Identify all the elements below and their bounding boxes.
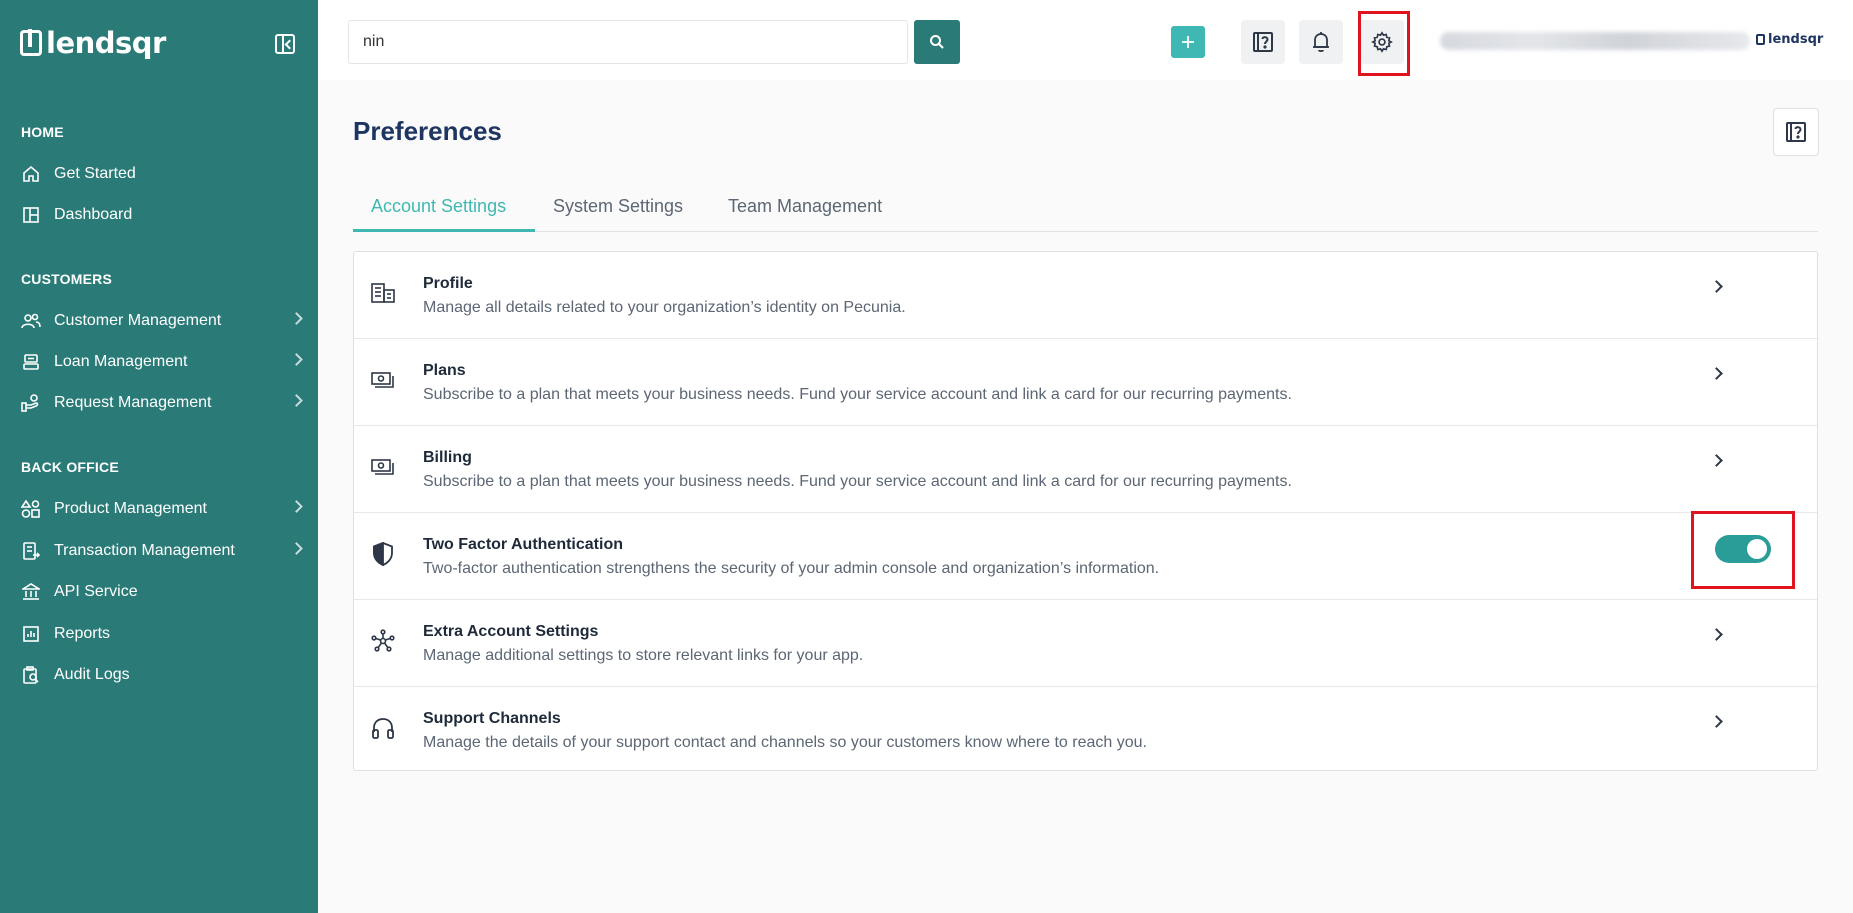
settings-row-title: Extra Account Settings — [423, 623, 599, 640]
chevron-right-icon — [1710, 280, 1723, 293]
settings-row-two-factor-authentication: Two Factor Authentication Two-factor aut… — [354, 511, 1817, 600]
settings-row-description: Subscribe to a plan that meets your busi… — [423, 386, 1292, 403]
settings-row-description: Two-factor authentication strengthens th… — [423, 560, 1160, 577]
chevron-right-icon — [290, 394, 303, 407]
section-title-back-office: BACK OFFICE — [21, 459, 119, 475]
logo-mark-icon — [20, 29, 42, 56]
settings-row-title: Profile — [423, 275, 473, 292]
sidebar-item-product-management[interactable]: Product Management — [21, 494, 303, 524]
settings-row-support-channels[interactable]: Support Channels Manage the details of y… — [354, 687, 1817, 774]
request-icon — [21, 393, 41, 413]
add-button[interactable] — [1171, 26, 1205, 58]
settings-row-title: Two Factor Authentication — [423, 536, 623, 553]
chevron-right-icon — [1710, 367, 1723, 380]
settings-row-billing[interactable]: Billing Subscribe to a plan that meets y… — [354, 426, 1817, 513]
search-button[interactable] — [914, 20, 960, 64]
brand-small-text: lendsqr — [1768, 32, 1824, 47]
sidebar-item-customer-management[interactable]: Customer Management — [21, 306, 303, 336]
page-title: Preferences — [353, 116, 502, 146]
search-icon — [930, 35, 944, 49]
tab-system-settings[interactable]: System Settings — [553, 196, 683, 229]
audit-icon — [21, 665, 41, 685]
user-email-blurred — [1440, 32, 1750, 50]
product-icon — [21, 499, 41, 519]
sidebar-item-audit-logs[interactable]: Audit Logs — [21, 660, 301, 690]
shield-icon — [370, 541, 396, 567]
sidebar-item-transaction-management[interactable]: Transaction Management — [21, 536, 303, 566]
sidebar-item-get-started[interactable]: Get Started — [21, 159, 301, 189]
money-icon — [370, 454, 396, 480]
sidebar-item-label: API Service — [54, 583, 138, 600]
sidebar-item-api-service[interactable]: API Service — [21, 577, 301, 607]
active-tab-indicator — [353, 229, 535, 232]
tab-account-settings[interactable]: Account Settings — [371, 196, 506, 229]
sidebar-item-label: Customer Management — [54, 312, 222, 329]
sidebar-item-label: Transaction Management — [54, 542, 235, 559]
sidebar-item-request-management[interactable]: Request Management — [21, 388, 303, 418]
money-icon — [370, 367, 396, 393]
settings-list: Profile Manage all details related to yo… — [353, 251, 1818, 771]
collapse-sidebar-icon[interactable] — [275, 34, 295, 54]
reports-icon — [21, 624, 41, 644]
settings-row-description: Subscribe to a plan that meets your busi… — [423, 473, 1292, 490]
section-title-customers: CUSTOMERS — [21, 271, 112, 287]
toggle-highlight — [1691, 511, 1795, 589]
settings-row-profile[interactable]: Profile Manage all details related to yo… — [354, 252, 1817, 339]
loan-icon — [21, 352, 41, 372]
sidebar-item-label: Reports — [54, 625, 111, 642]
sidebar-item-label: Get Started — [54, 165, 136, 182]
tab-team-management[interactable]: Team Management — [728, 196, 882, 229]
chevron-right-icon — [1710, 628, 1723, 641]
headphones-icon — [370, 715, 396, 741]
section-title-home: HOME — [21, 124, 64, 140]
logo[interactable]: lendsqr — [20, 26, 166, 60]
network-icon — [370, 628, 396, 654]
sidebar-item-label: Loan Management — [54, 353, 188, 370]
sidebar-item-dashboard[interactable]: Dashboard — [21, 200, 301, 230]
help-button[interactable] — [1241, 20, 1285, 64]
top-bar: lendsqr — [318, 0, 1853, 80]
bell-icon — [1313, 32, 1329, 53]
settings-row-description: Manage all details related to your organ… — [423, 299, 906, 316]
brand-small: lendsqr — [1756, 32, 1823, 47]
logo-text: lendsqr — [46, 26, 166, 60]
settings-row-title: Support Channels — [423, 710, 561, 727]
sidebar-item-label: Audit Logs — [54, 666, 130, 683]
search-input[interactable] — [348, 20, 908, 64]
help-icon — [1253, 32, 1273, 52]
chevron-right-icon — [1710, 715, 1723, 728]
sidebar-item-label: Request Management — [54, 394, 212, 411]
users-icon — [21, 311, 41, 331]
transaction-icon — [21, 541, 41, 561]
settings-highlight — [1358, 11, 1410, 76]
chevron-right-icon — [1710, 454, 1723, 467]
building-icon — [370, 280, 396, 306]
dashboard-icon — [21, 205, 41, 225]
settings-row-extra-account-settings[interactable]: Extra Account Settings Manage additional… — [354, 600, 1817, 687]
sidebar: lendsqr HOME Get Started Dashboard CUSTO… — [0, 0, 318, 913]
settings-row-description: Manage additional settings to store rele… — [423, 647, 864, 664]
settings-row-description: Manage the details of your support conta… — [423, 734, 1147, 751]
settings-row-plans[interactable]: Plans Subscribe to a plan that meets you… — [354, 339, 1817, 426]
home-icon — [21, 164, 41, 184]
plus-icon — [1182, 36, 1194, 48]
chevron-right-icon — [290, 542, 303, 555]
sidebar-item-reports[interactable]: Reports — [21, 619, 301, 649]
settings-row-title: Billing — [423, 449, 472, 466]
sidebar-item-label: Product Management — [54, 500, 207, 517]
sidebar-item-label: Dashboard — [54, 206, 133, 223]
bank-icon — [21, 582, 41, 602]
sidebar-item-loan-management[interactable]: Loan Management — [21, 347, 303, 377]
brand-mark-icon — [1756, 34, 1765, 45]
notifications-button[interactable] — [1299, 20, 1343, 64]
tabs: Account Settings System Settings Team Ma… — [353, 190, 1818, 232]
chevron-right-icon — [290, 500, 303, 513]
chevron-right-icon — [290, 312, 303, 325]
settings-row-title: Plans — [423, 362, 466, 379]
chevron-right-icon — [290, 353, 303, 366]
page-help-button[interactable] — [1773, 108, 1819, 156]
help-icon — [1786, 122, 1806, 142]
